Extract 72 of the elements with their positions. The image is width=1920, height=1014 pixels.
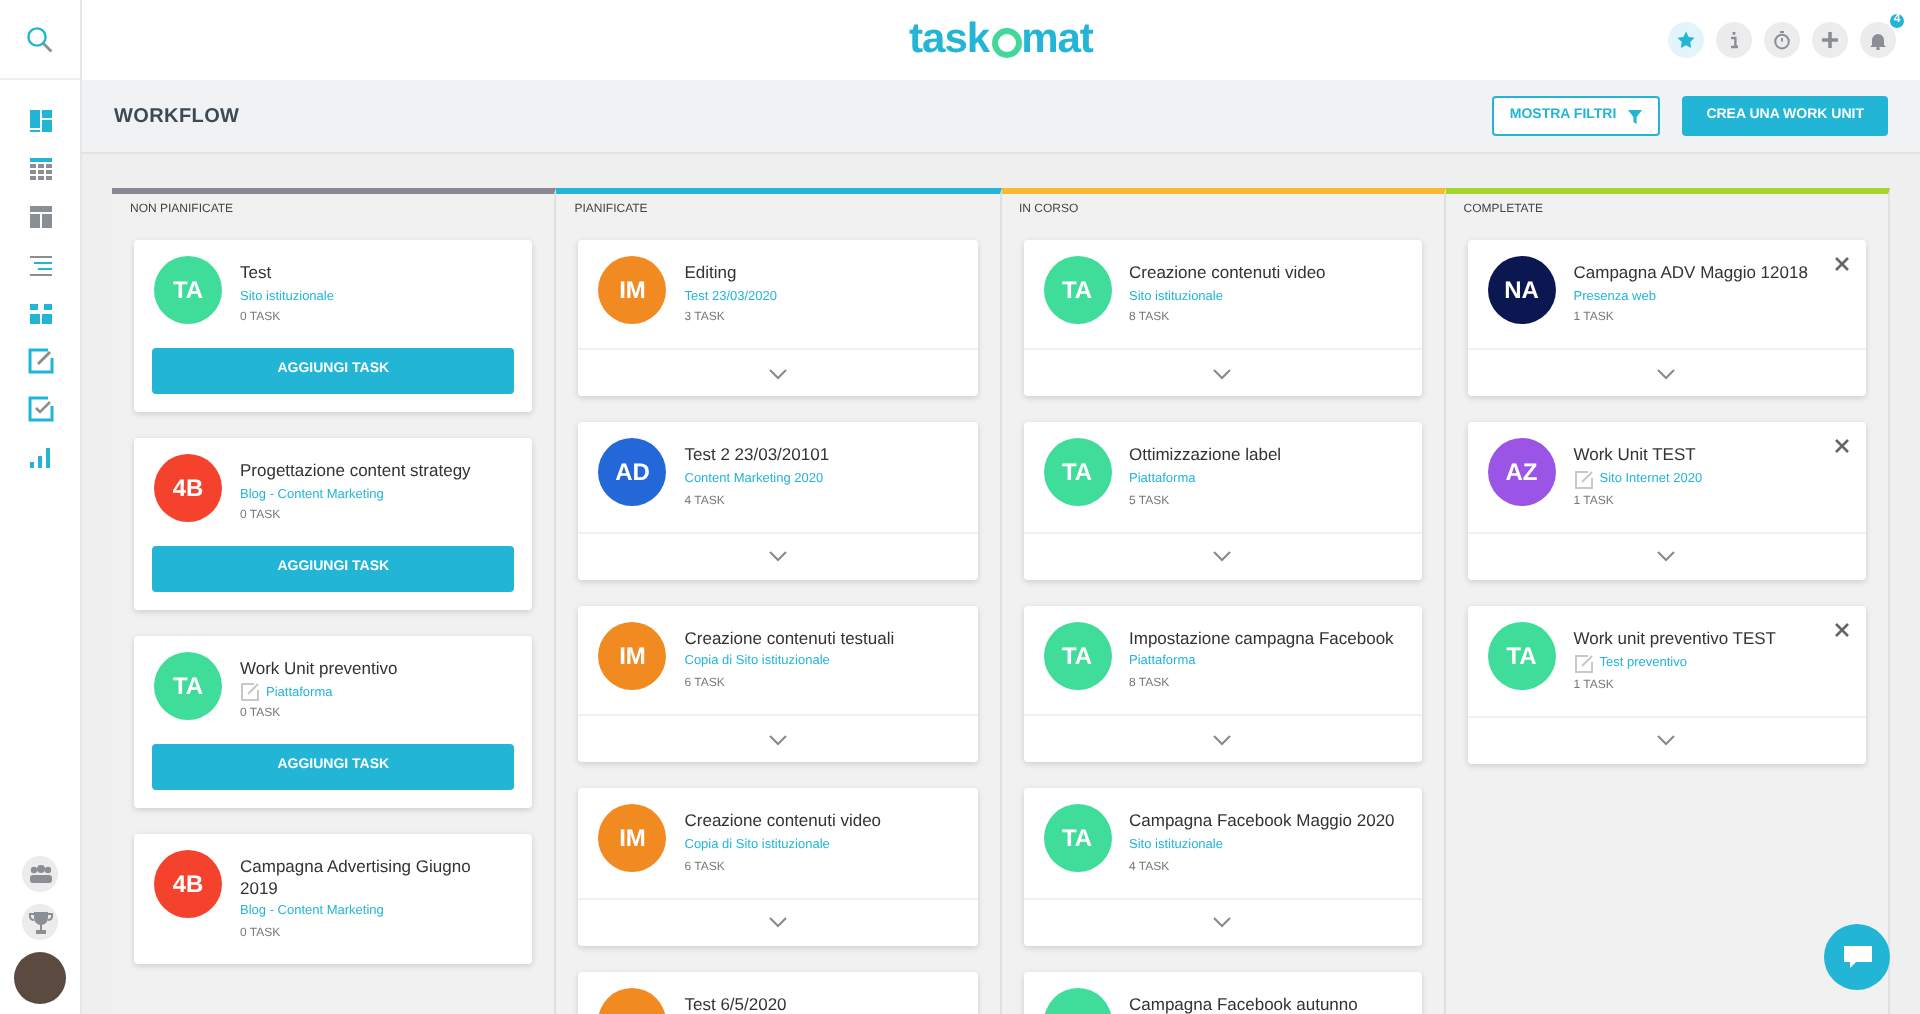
card-title: Campagna Facebook autunno: [1129, 993, 1358, 1014]
edit-icon[interactable]: [27, 348, 53, 374]
avatar-initials: TA: [1043, 621, 1111, 690]
avatar-initials: AD: [598, 438, 667, 507]
plus-icon: [1820, 30, 1840, 50]
calendar-icon[interactable]: [27, 156, 53, 182]
team-button[interactable]: [22, 856, 58, 892]
grid-icon[interactable]: [27, 300, 53, 326]
chevron-down-icon: [767, 733, 788, 745]
card-title: Work Unit preventivo: [240, 657, 398, 679]
card-title: Campagna Advertising Giugno 2019: [240, 855, 473, 899]
chevron-down-icon: [1212, 733, 1233, 745]
avatar-initials: TA: [1043, 804, 1111, 873]
card-title: Creazione contenuti video: [684, 810, 882, 832]
chat-bubble-icon: [1841, 944, 1873, 970]
card-title: Creazione contenuti testuali: [684, 627, 895, 649]
trophy-button[interactable]: [22, 904, 58, 940]
team-icon: [27, 862, 53, 886]
card-title: Test 2 23/03/20101: [684, 444, 830, 466]
search-icon[interactable]: [26, 25, 54, 53]
chevron-down-icon: [1656, 550, 1677, 563]
avatar-initials: 4B: [154, 453, 222, 522]
chevron-down-icon: [767, 367, 788, 380]
avatar-initials: TA: [1043, 438, 1111, 507]
avatar-initials: TA: [154, 256, 222, 324]
trophy-icon: [27, 910, 53, 934]
user-avatar[interactable]: [14, 952, 66, 1004]
card-title: Ottimizzazione label: [1129, 444, 1282, 466]
card-title: Impostazione campagna Facebook: [1129, 627, 1394, 649]
card-title: Work Unit TEST: [1573, 444, 1698, 466]
chevron-down-icon: [767, 550, 788, 563]
avatar-initials: 4B: [154, 849, 222, 918]
bar-chart-icon[interactable]: [27, 444, 53, 470]
close-icon: [1834, 621, 1850, 638]
card-title: Progettazione content strategy: [240, 459, 471, 481]
chevron-down-icon: [767, 915, 788, 928]
chevron-down-icon: [1212, 367, 1233, 380]
card-title: Editing: [684, 262, 739, 284]
chevron-down-icon: [1656, 367, 1677, 380]
avatar-initials: TA: [154, 651, 222, 720]
avatar-initials: IM: [598, 256, 667, 324]
avatar-initials: IM: [598, 621, 667, 690]
avatar-initials: TA: [1487, 622, 1556, 690]
chevron-down-icon: [1212, 550, 1233, 563]
plus-button[interactable]: [1812, 22, 1848, 58]
chevron-down-icon: [1212, 915, 1233, 928]
card-title: Creazione contenuti video: [1129, 262, 1326, 284]
card-title: Campagna Facebook Maggio 2020: [1129, 810, 1395, 832]
star-icon: [1676, 30, 1696, 50]
avatar-initials: NA: [1487, 256, 1556, 324]
chevron-down-icon: [1656, 734, 1677, 746]
dashboard-icon[interactable]: [27, 108, 53, 134]
page-title: WORKFLOW: [114, 103, 240, 131]
close-icon: [1834, 438, 1850, 454]
star-button[interactable]: [1668, 22, 1704, 58]
app-logo: task mat: [909, 14, 1093, 67]
board-icon[interactable]: [27, 204, 53, 230]
card-title: Test 6/5/2020: [684, 993, 787, 1014]
checklist-icon[interactable]: [27, 396, 53, 422]
filter-icon: [1628, 109, 1643, 123]
info-button[interactable]: [1716, 22, 1752, 58]
card-title: Work unit preventivo TEST: [1573, 628, 1777, 650]
avatar-initials: IM: [598, 804, 667, 873]
card-title: Campagna ADV Maggio 12018: [1573, 262, 1808, 284]
stopwatch-icon: [1772, 30, 1792, 50]
avatar-initials: AZ: [1487, 438, 1556, 507]
close-icon: [1834, 255, 1850, 272]
stopwatch-button[interactable]: [1764, 22, 1800, 58]
avatar-initials: TA: [1043, 256, 1111, 324]
bell-icon: [1868, 30, 1888, 50]
list-icon[interactable]: [27, 252, 53, 278]
card-title: Test: [240, 262, 274, 284]
